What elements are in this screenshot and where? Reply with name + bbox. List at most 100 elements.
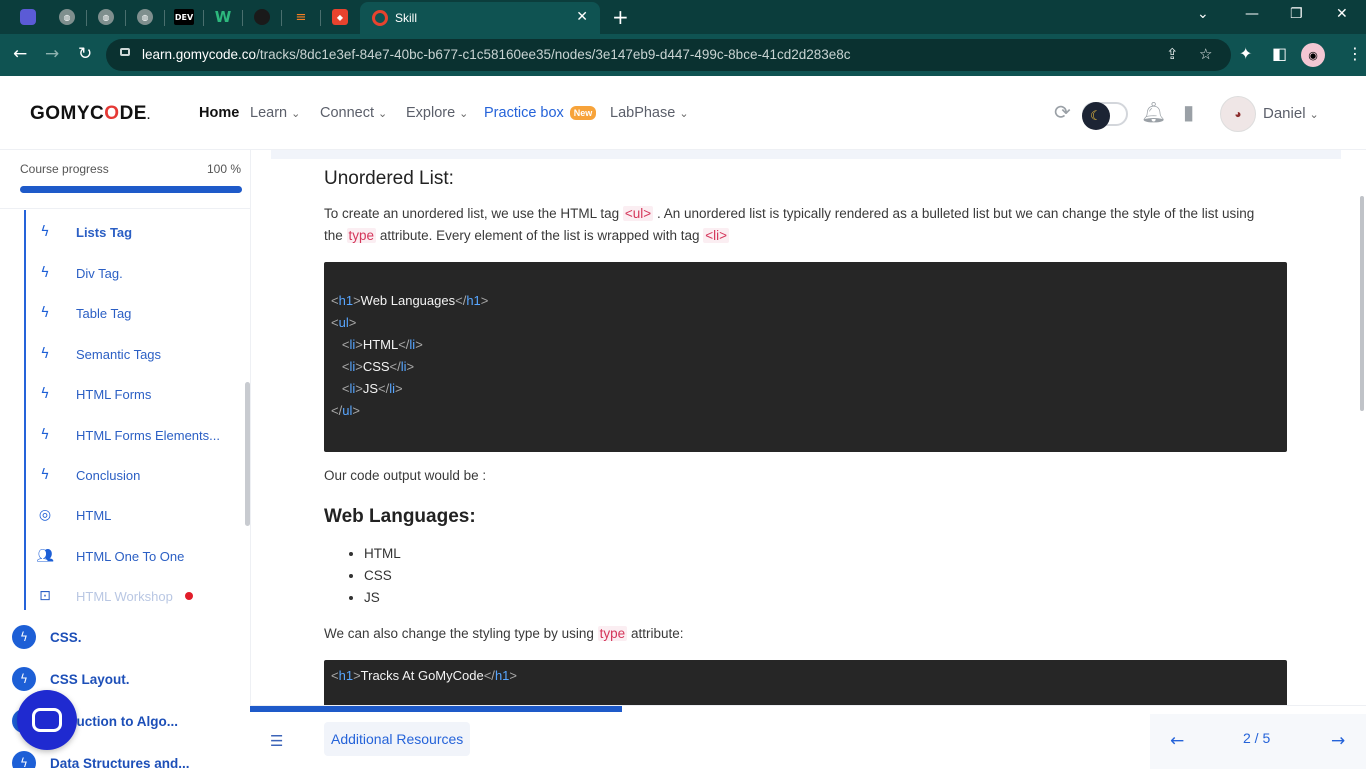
chevron-down-icon: ⌄	[459, 108, 469, 120]
messages-icon[interactable]: ▮	[1183, 100, 1194, 124]
chat-bubble-icon	[32, 708, 62, 732]
lesson-content: Unordered List: To create an unordered l…	[251, 150, 1366, 705]
browser-profile-avatar[interactable]: ◉	[1301, 43, 1325, 67]
tab-favicon-github[interactable]	[251, 6, 273, 28]
new-tab-button[interactable]: +	[612, 5, 629, 29]
chevron-down-icon: ⌄	[291, 108, 301, 120]
nav-learn[interactable]: Learn ⌄	[250, 105, 300, 121]
course-progress-value: 100 %	[206, 162, 241, 176]
additional-resources-button[interactable]: Additional Resources	[324, 722, 471, 756]
tab-search-chevron-icon[interactable]: ⌄	[1197, 6, 1209, 22]
lightning-icon: ϟ	[40, 265, 50, 281]
styling-paragraph: We can also change the styling type by u…	[324, 626, 684, 641]
active-tab[interactable]: Skill ✕	[360, 2, 600, 34]
people-icon: 👥︎	[36, 548, 54, 564]
bookmark-star-icon[interactable]: ☆	[1199, 45, 1212, 63]
outline-list-icon[interactable]: ☰	[270, 732, 283, 750]
sidebar-item-conclusion[interactable]: ϟ Conclusion	[36, 465, 140, 485]
sidebar-item-html-forms[interactable]: ϟ HTML Forms	[36, 384, 151, 404]
course-progress-bar	[20, 186, 242, 193]
list-item: JS	[364, 587, 401, 609]
page-scrollbar[interactable]	[1360, 196, 1364, 411]
sidebar-item-table-tag[interactable]: ϟ Table Tag	[36, 303, 131, 323]
lightning-icon: ϟ	[40, 305, 50, 321]
lightning-icon: ϟ	[40, 224, 50, 240]
sidebar-item-html-one-to-one[interactable]: 👥︎ HTML One To One	[36, 546, 184, 566]
sidebar-item-div-tag[interactable]: ϟ Div Tag.	[36, 263, 122, 283]
previous-page-arrow-icon[interactable]: ←	[1170, 731, 1184, 751]
course-sidebar: Course progress 100 % ϟ Lists Tag ϟ Div …	[0, 150, 251, 768]
code-block-unordered[interactable]: <h1>Web Languages</h1> <ul> <li>HTML</li…	[324, 262, 1287, 452]
sidebar-item-html-quiz[interactable]: ◎ HTML	[36, 505, 112, 525]
sidebar-item-html-forms-elements[interactable]: ϟ HTML Forms Elements...	[36, 425, 220, 445]
share-icon[interactable]: ⇪	[1166, 45, 1179, 63]
output-list: HTML CSS JS	[364, 543, 401, 609]
nav-labphase[interactable]: LabPhase ⌄	[610, 105, 689, 121]
address-bar[interactable]: learn.gomycode.co/tracks/8dc1e3ef-84e7-4…	[106, 39, 1231, 71]
user-avatar[interactable]: ◕	[1220, 96, 1256, 132]
user-menu[interactable]: Daniel ⌄	[1263, 105, 1319, 122]
nav-connect[interactable]: Connect ⌄	[320, 105, 387, 121]
browser-menu-icon[interactable]: ⋮	[1347, 44, 1363, 63]
lesson-footer: ☰ Additional Resources ← 2 / 5 →	[250, 705, 1366, 769]
browser-toolbar: ← → ↻ learn.gomycode.co/tracks/8dc1e3ef-…	[0, 34, 1366, 76]
tab-favicon-hexagon[interactable]: ◆	[329, 6, 351, 28]
lightning-icon: ϟ	[12, 751, 36, 768]
nav-practice-box[interactable]: Practice box New	[484, 105, 597, 121]
course-progress-label: Course progress	[20, 162, 109, 176]
list-item: CSS	[364, 565, 401, 587]
tab-favicon-globe[interactable]: ◍	[95, 6, 117, 28]
url-text[interactable]: learn.gomycode.co/tracks/8dc1e3ef-84e7-4…	[142, 47, 851, 62]
close-tab-icon[interactable]: ✕	[576, 8, 588, 25]
extensions-puzzle-icon[interactable]: ✦	[1239, 44, 1252, 63]
chevron-down-icon: ⌄	[679, 108, 689, 120]
status-dot	[184, 592, 193, 600]
tab-favicon-w[interactable]: W	[212, 6, 234, 28]
lock-icon	[120, 48, 130, 56]
sidebar-item-semantic-tags[interactable]: ϟ Semantic Tags	[36, 344, 161, 364]
sidebar-scrollbar[interactable]	[245, 382, 250, 526]
output-label: Our code output would be :	[324, 468, 487, 483]
sidebar-module-css[interactable]: ϟ CSS.	[12, 625, 82, 649]
nav-home[interactable]: Home	[199, 105, 239, 121]
browser-tab-strip: ◍ ◍ ◍ DEV W ≡ ◆ Skill ✕ + ⌄ — ❐ ✕	[0, 0, 1366, 34]
chevron-down-icon: ⌄	[1309, 109, 1319, 121]
intro-paragraph: To create an unordered list, we use the …	[324, 206, 1255, 243]
lightning-icon: ϟ	[40, 467, 50, 483]
course-progress-fill	[20, 186, 242, 193]
minimize-icon[interactable]: —	[1245, 6, 1259, 22]
chat-button[interactable]	[17, 690, 77, 750]
code-block-type[interactable]: <h1>Tracks At GoMyCode</h1>	[324, 660, 1287, 705]
restore-icon[interactable]: ❐	[1290, 6, 1303, 22]
tab-favicon-globe[interactable]: ◍	[134, 6, 156, 28]
tab-favicon-globe[interactable]: ◍	[56, 6, 78, 28]
sidebar-item-lists-tag[interactable]: ϟ Lists Tag	[36, 222, 132, 242]
forward-arrow-icon[interactable]: →	[45, 44, 59, 64]
chevron-down-icon: ⌄	[378, 108, 388, 120]
moon-icon: ☾	[1082, 102, 1110, 130]
nav-explore[interactable]: Explore ⌄	[406, 105, 468, 121]
sidebar-item-html-workshop[interactable]: ⊡ HTML Workshop	[36, 586, 193, 606]
tab-favicon-dev[interactable]: DEV	[173, 6, 195, 28]
lightning-icon: ϟ	[40, 427, 50, 443]
sync-icon[interactable]: ⟳	[1054, 100, 1071, 124]
new-badge: New	[569, 106, 597, 120]
list-item: HTML	[364, 543, 401, 565]
next-page-arrow-icon[interactable]: →	[1331, 731, 1345, 751]
tab-favicon-stackoverflow[interactable]: ≡	[290, 6, 312, 28]
window-close-icon[interactable]: ✕	[1336, 6, 1348, 22]
sidebar-module-data-structures[interactable]: ϟ Data Structures and...	[12, 751, 190, 768]
notification-bell-icon[interactable]: 🔔︎	[1141, 100, 1166, 124]
workshop-icon: ⊡	[39, 588, 51, 604]
back-arrow-icon[interactable]: ←	[13, 44, 27, 64]
tab-favicon-app[interactable]	[17, 6, 39, 28]
reload-icon[interactable]: ↻	[78, 44, 92, 64]
dark-mode-toggle[interactable]: ☾	[1082, 102, 1128, 130]
lesson-progress-bar	[250, 706, 622, 712]
skill-favicon-icon	[372, 10, 388, 26]
gomycode-logo[interactable]: GOMYCODE.	[30, 103, 151, 125]
lightning-icon: ϟ	[40, 346, 50, 362]
lightning-icon: ϟ	[40, 386, 50, 402]
side-panel-icon[interactable]: ◧	[1272, 44, 1287, 63]
sidebar-module-css-layout[interactable]: ϟ CSS Layout.	[12, 667, 130, 691]
